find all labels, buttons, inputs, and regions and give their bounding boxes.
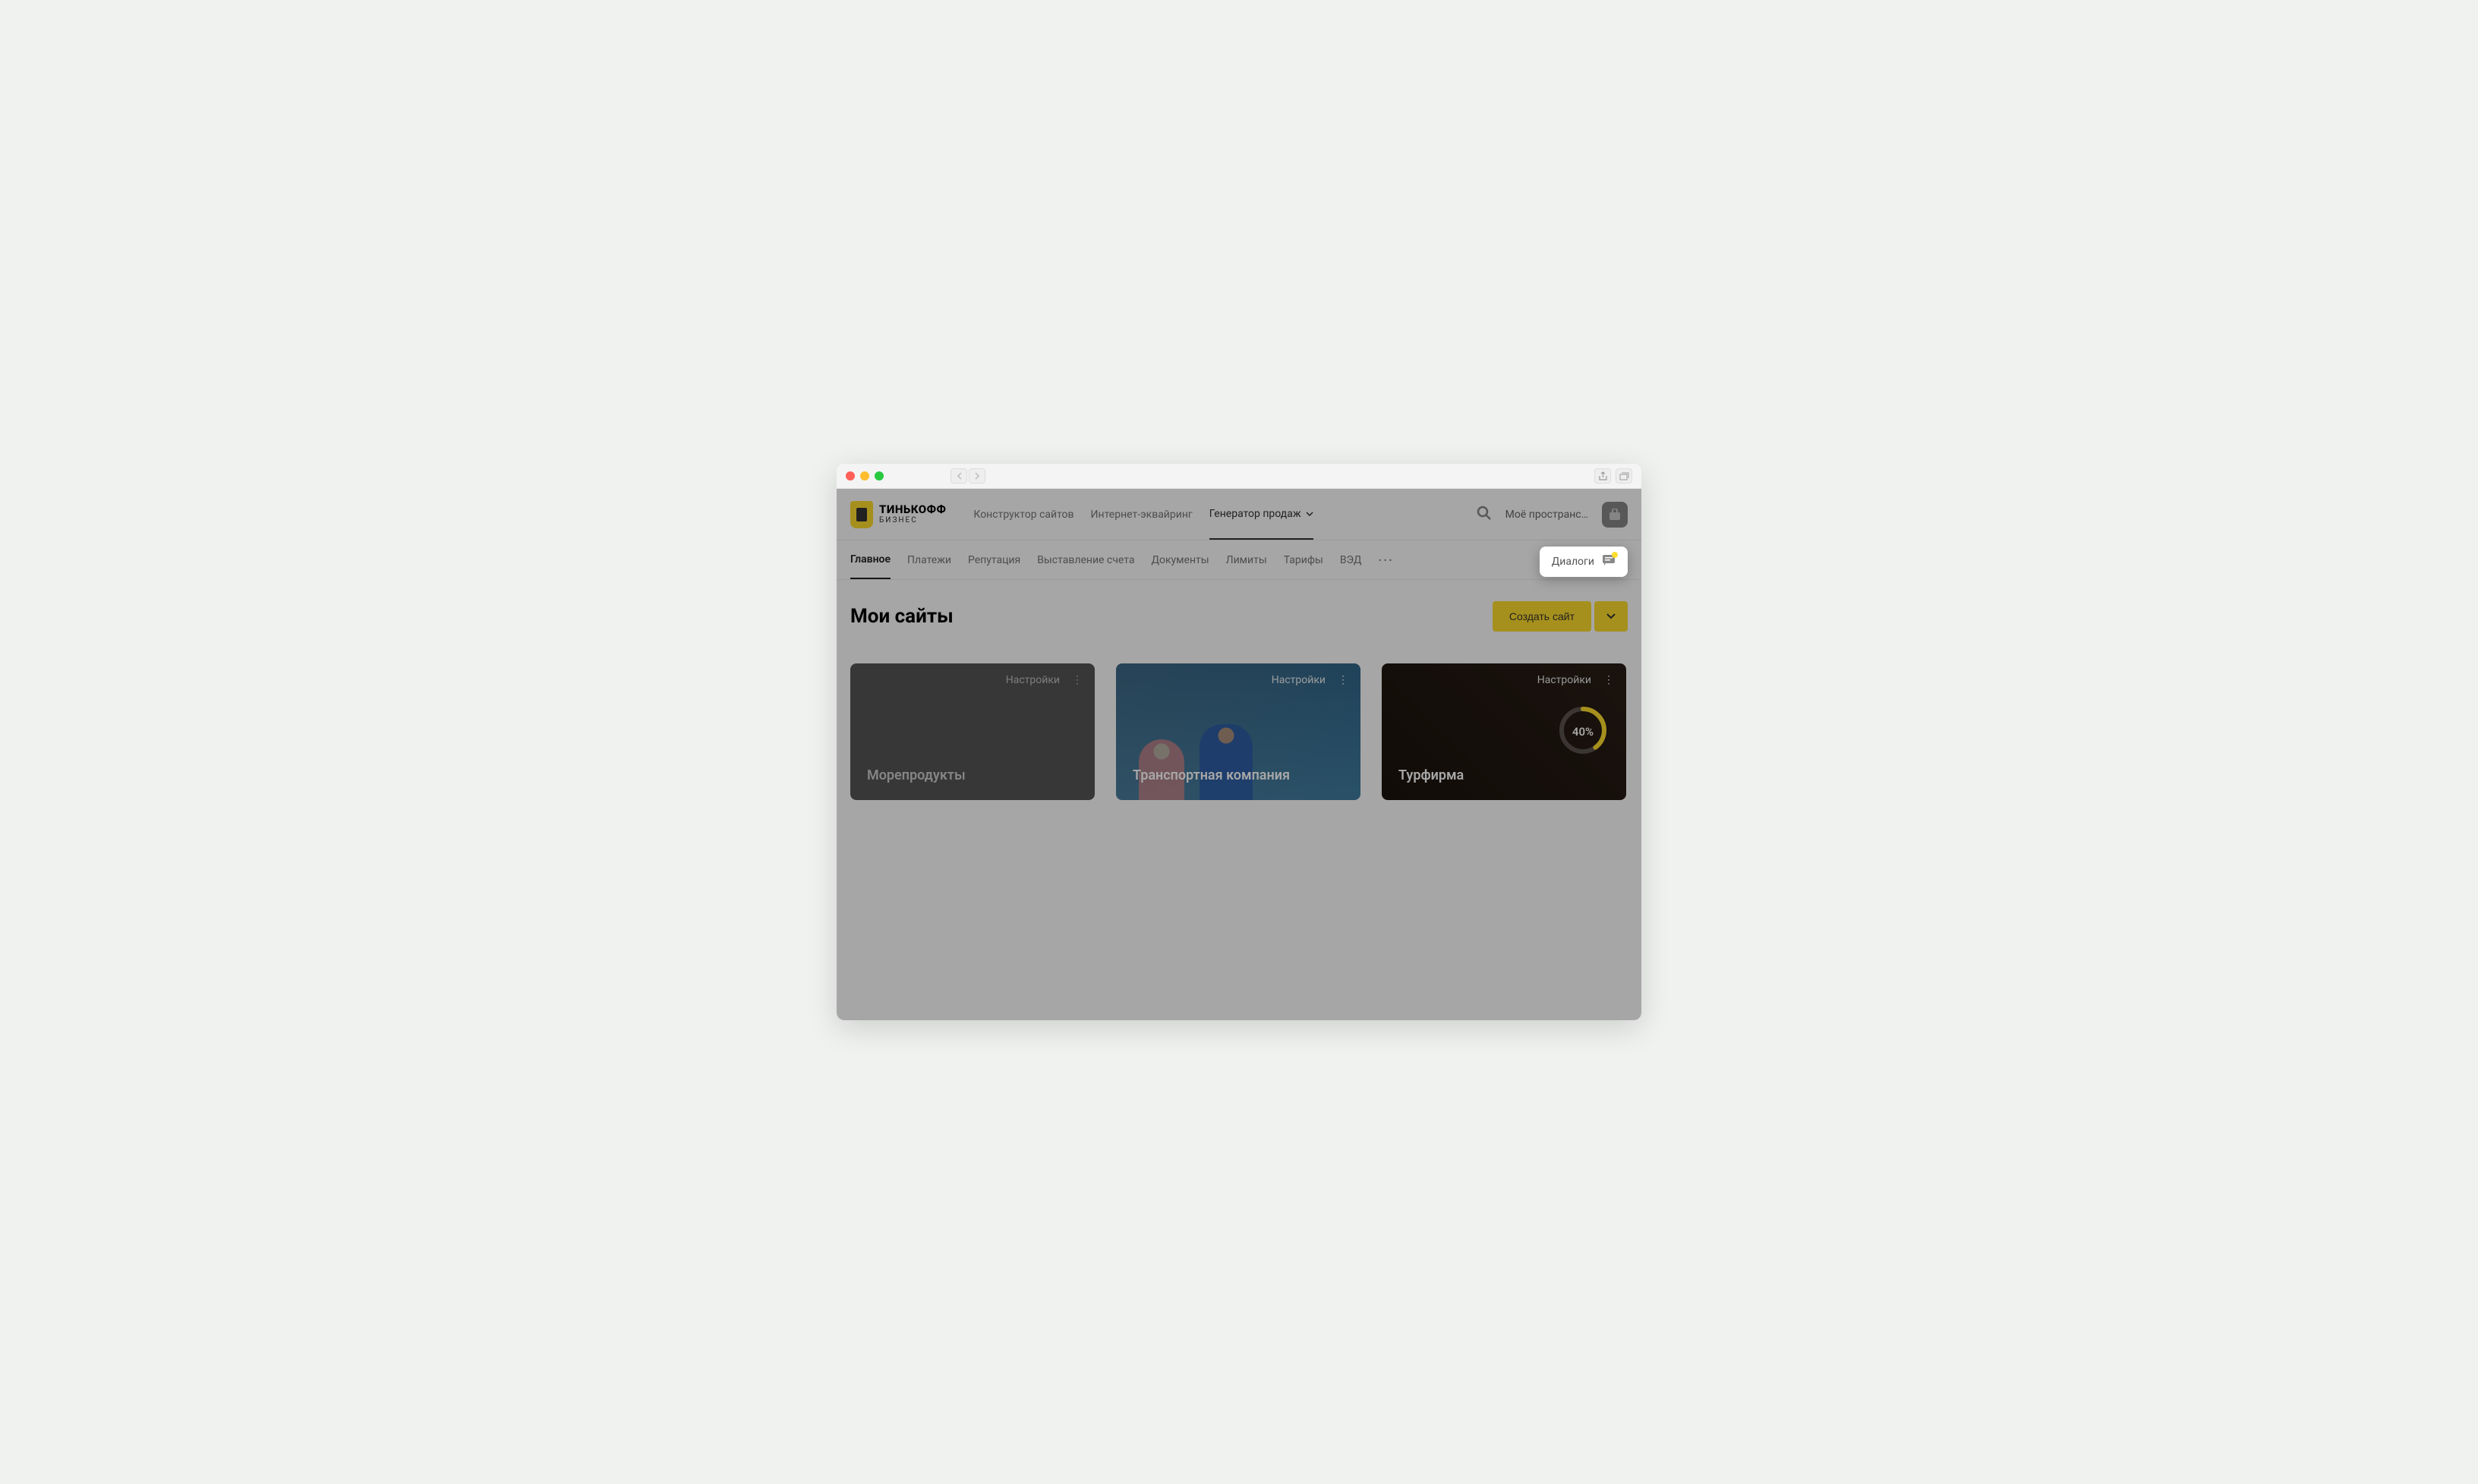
topnav-item-acquiring[interactable]: Интернет-эквайринг — [1091, 490, 1193, 540]
progress-value: 40% — [1558, 705, 1608, 758]
topnav-item-constructor[interactable]: Конструктор сайтов — [973, 490, 1073, 540]
share-icon[interactable] — [1594, 468, 1611, 484]
window-titlebar — [837, 464, 1641, 489]
tabs-icon[interactable] — [1616, 468, 1632, 484]
progress-ring: 40% — [1558, 705, 1608, 758]
card-more-icon[interactable]: ⋮ — [1603, 674, 1614, 686]
chat-icon — [1602, 554, 1616, 569]
page-header: Мои сайты Создать сайт — [837, 580, 1641, 632]
card-settings-link[interactable]: Настройки — [1006, 674, 1060, 686]
topnav-item-generator[interactable]: Генератор продаж — [1209, 490, 1313, 540]
close-window-icon[interactable] — [846, 471, 855, 480]
subnav-item-documents[interactable]: Документы — [1151, 542, 1209, 578]
subnav-item-payments[interactable]: Платежи — [907, 542, 951, 578]
browser-nav-buttons — [951, 468, 985, 484]
logo-main-text: ТИНЬКОФФ — [879, 504, 946, 515]
page-title: Мои сайты — [850, 605, 954, 628]
sub-nav: Главное Платежи Репутация Выставление сч… — [837, 540, 1641, 580]
site-card[interactable]: Настройки ⋮ Морепродукты — [850, 663, 1095, 800]
create-site-dropdown[interactable] — [1594, 601, 1628, 632]
browser-window: ТИНЬКОФФ БИЗНЕС Конструктор сайтов Интер… — [837, 464, 1641, 1020]
topnav-label: Генератор продаж — [1209, 508, 1301, 520]
logo-shield-icon — [850, 501, 873, 528]
subnav-item-main[interactable]: Главное — [850, 541, 891, 579]
card-image-figure — [1200, 724, 1253, 800]
card-title: Турфирма — [1398, 767, 1464, 783]
card-title: Морепродукты — [867, 767, 966, 783]
maximize-window-icon[interactable] — [875, 471, 884, 480]
site-cards: Настройки ⋮ Морепродукты Настройки ⋮ Тра… — [837, 632, 1641, 832]
logo-sub-text: БИЗНЕС — [879, 517, 946, 525]
topnav-label: Конструктор сайтов — [973, 509, 1073, 521]
subnav-item-invoicing[interactable]: Выставление счета — [1037, 542, 1134, 578]
card-more-icon[interactable]: ⋮ — [1072, 674, 1083, 686]
card-settings-link[interactable]: Настройки — [1272, 674, 1326, 686]
logo[interactable]: ТИНЬКОФФ БИЗНЕС — [850, 501, 946, 528]
site-card[interactable]: Настройки ⋮ Турфирма 40% — [1382, 663, 1626, 800]
create-site-button[interactable]: Создать сайт — [1493, 601, 1591, 632]
card-settings-link[interactable]: Настройки — [1537, 674, 1591, 686]
search-icon[interactable] — [1477, 506, 1492, 524]
subnav-more-icon[interactable]: ··· — [1378, 553, 1393, 567]
notification-badge-icon — [1612, 552, 1618, 558]
subnav-item-reputation[interactable]: Репутация — [968, 542, 1020, 578]
forward-button[interactable] — [969, 468, 985, 484]
subnav-item-tariffs[interactable]: Тарифы — [1284, 542, 1323, 578]
chevron-down-icon — [1306, 512, 1313, 516]
subnav-item-limits[interactable]: Лимиты — [1226, 542, 1267, 578]
card-title: Транспортная компания — [1133, 767, 1290, 783]
minimize-window-icon[interactable] — [860, 471, 869, 480]
top-nav: ТИНЬКОФФ БИЗНЕС Конструктор сайтов Интер… — [837, 489, 1641, 540]
workspace-label[interactable]: Моё пространс… — [1505, 509, 1588, 521]
topnav-label: Интернет-эквайринг — [1091, 509, 1193, 521]
create-site-group: Создать сайт — [1493, 601, 1628, 632]
traffic-lights — [846, 471, 884, 480]
dialogs-label: Диалоги — [1552, 556, 1594, 568]
page-content: ТИНЬКОФФ БИЗНЕС Конструктор сайтов Интер… — [837, 489, 1641, 1020]
subnav-item-ved[interactable]: ВЭД — [1340, 542, 1362, 578]
dialogs-button[interactable]: Диалоги — [1540, 547, 1628, 577]
site-card[interactable]: Настройки ⋮ Транспортная компания — [1116, 663, 1360, 800]
back-button[interactable] — [951, 468, 967, 484]
card-more-icon[interactable]: ⋮ — [1338, 674, 1348, 686]
avatar[interactable] — [1602, 502, 1628, 528]
chevron-down-icon — [1606, 613, 1616, 619]
